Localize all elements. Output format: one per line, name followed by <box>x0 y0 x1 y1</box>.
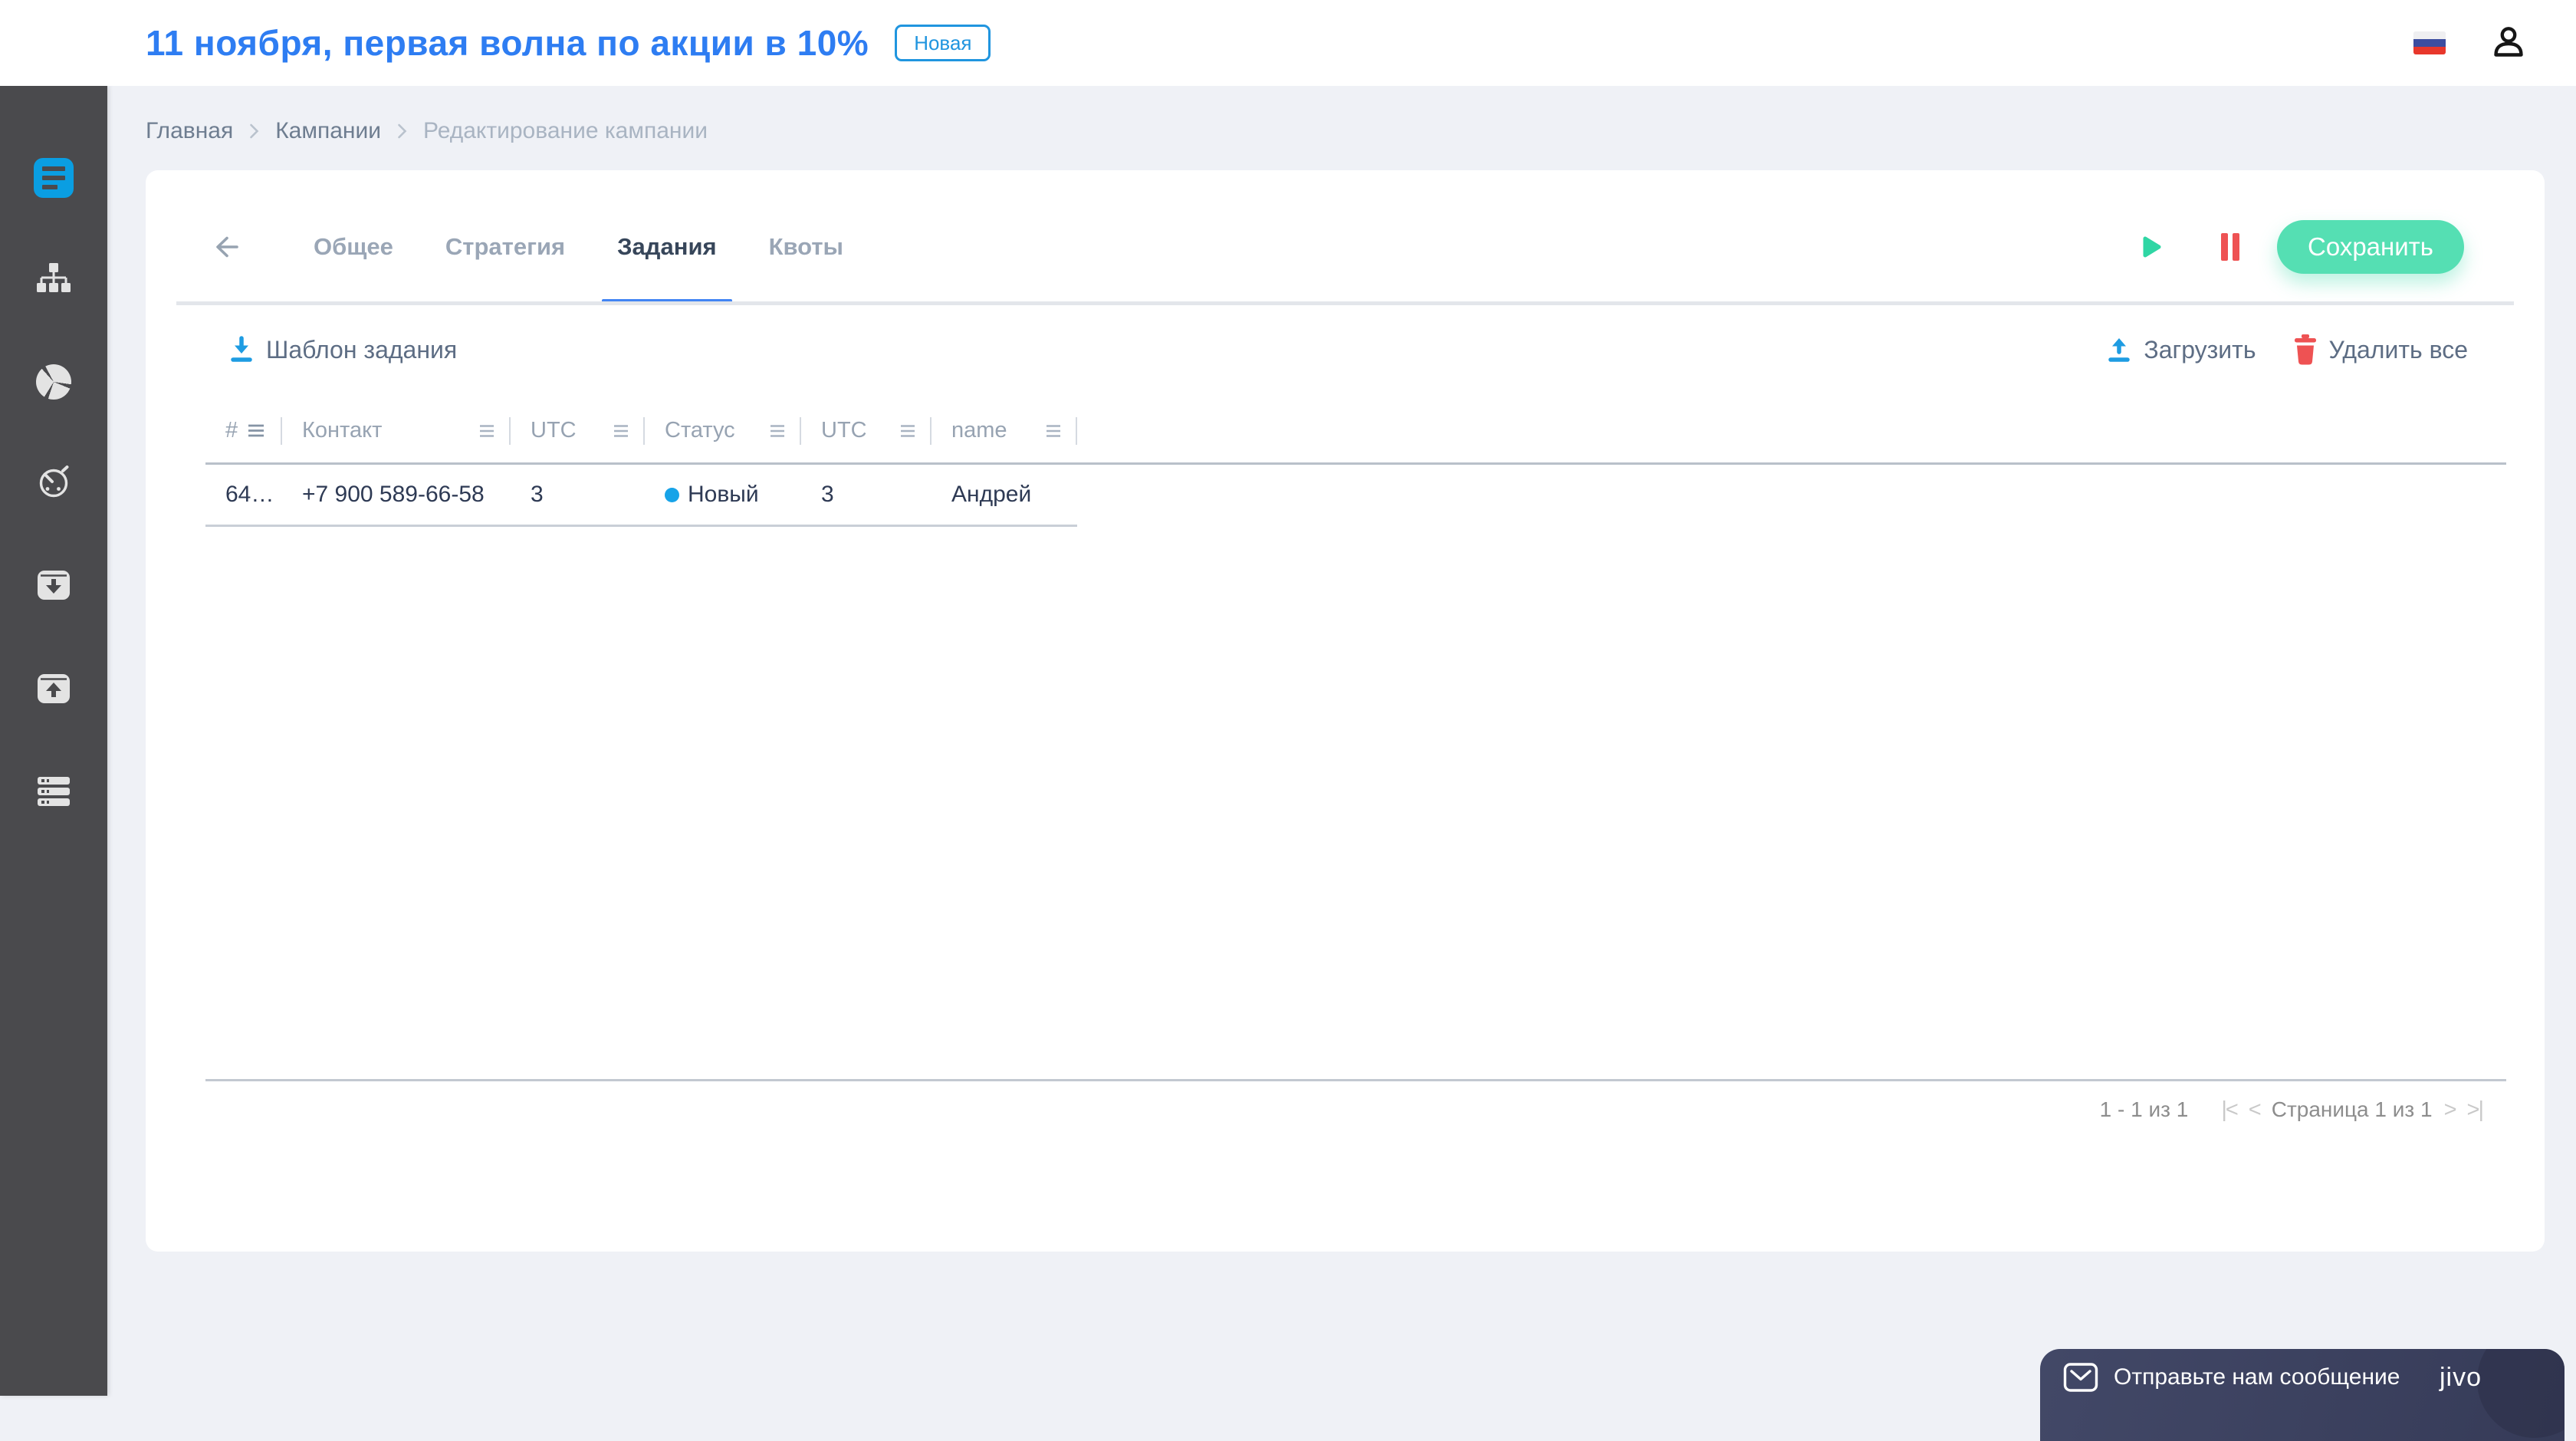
cell-name: Андрей <box>951 482 1032 507</box>
next-page-button[interactable]: > <box>2444 1097 2457 1123</box>
chevron-right-icon <box>250 123 259 139</box>
column-header-utc2[interactable]: UTC <box>801 399 932 462</box>
sidebar-item-import[interactable] <box>0 566 107 607</box>
column-header-name[interactable]: name <box>932 399 1077 462</box>
pause-button[interactable] <box>2219 230 2242 264</box>
chevron-right-icon <box>398 123 407 139</box>
delete-all-link[interactable]: Удалить все <box>2292 334 2469 366</box>
column-header-id[interactable]: # <box>205 399 282 462</box>
breadcrumb: Главная Кампании Редактирование кампании <box>107 86 2576 144</box>
tabs-divider <box>176 301 2514 305</box>
chat-widget[interactable]: Отправьте нам сообщение jivo <box>2040 1349 2564 1441</box>
tabs-row: Общее Стратегия Задания Квоты Сохранить <box>146 170 2545 305</box>
cell-utc2: 3 <box>821 482 834 507</box>
campaign-status-badge: Новая <box>895 25 991 61</box>
tab-quotas[interactable]: Квоты <box>769 189 843 305</box>
table-header: # Контакт UTC Статус UTC name <box>205 399 2506 465</box>
sitemap-icon <box>35 261 72 301</box>
campaign-actions: Сохранить <box>2141 220 2545 274</box>
breadcrumb-current: Редактирование кампании <box>423 118 708 143</box>
column-menu-icon[interactable] <box>769 424 786 438</box>
sidebar-item-campaigns[interactable] <box>0 158 107 198</box>
jivo-logo: jivo <box>2439 1362 2482 1392</box>
table-row: 64… +7 900 589-66-58 3 Новый 3 Андрей <box>205 465 1077 527</box>
task-template-link[interactable]: Шаблон задания <box>227 335 457 364</box>
chat-message: Отправьте нам сообщение <box>2114 1364 2400 1390</box>
tasks-table: # Контакт UTC Статус UTC name 64… +7 900… <box>205 399 2506 527</box>
pagination: 1 - 1 из 1 |< < Страница 1 из 1 > >| <box>146 1081 2545 1138</box>
sidebar <box>0 86 107 1396</box>
archive-out-icon <box>35 670 72 710</box>
upload-label: Загрузить <box>2144 335 2256 364</box>
column-header-contact[interactable]: Контакт <box>282 399 511 462</box>
upload-icon <box>2108 338 2131 362</box>
server-stack-icon <box>35 773 72 814</box>
back-arrow-button[interactable] <box>209 229 245 265</box>
cell-status: Новый <box>645 465 801 525</box>
envelope-icon <box>2063 1363 2098 1392</box>
save-button[interactable]: Сохранить <box>2277 220 2464 274</box>
pie-chart-icon <box>36 364 71 400</box>
status-label: Новый <box>688 482 759 507</box>
status-dot-icon <box>665 487 679 502</box>
campaign-edit-card: Общее Стратегия Задания Квоты Сохранить <box>146 170 2545 1252</box>
language-flag-icon[interactable] <box>2413 31 2446 54</box>
tab-general[interactable]: Общее <box>314 189 393 305</box>
delete-all-label: Удалить все <box>2328 335 2469 364</box>
tab-tasks[interactable]: Задания <box>602 189 733 305</box>
upload-link[interactable]: Загрузить <box>2104 335 2256 364</box>
first-page-button[interactable]: |< <box>2221 1097 2239 1123</box>
pagination-range: 1 - 1 из 1 <box>2099 1097 2189 1121</box>
breadcrumb-home[interactable]: Главная <box>146 118 233 144</box>
user-profile-icon[interactable] <box>2490 25 2527 61</box>
sidebar-item-servers[interactable] <box>0 773 107 814</box>
column-menu-icon[interactable] <box>1045 424 1062 438</box>
trash-icon <box>2294 334 2316 365</box>
prev-page-button[interactable]: < <box>2249 1097 2262 1123</box>
cell-id: 64… <box>225 482 274 507</box>
play-button[interactable] <box>2141 234 2164 260</box>
main-content: Главная Кампании Редактирование кампании… <box>107 86 2576 1396</box>
cell-contact: +7 900 589-66-58 <box>302 482 485 507</box>
task-template-label: Шаблон задания <box>266 335 458 364</box>
column-menu-icon[interactable] <box>899 424 916 438</box>
column-menu-icon[interactable] <box>247 423 265 438</box>
last-page-button[interactable]: >| <box>2467 1097 2485 1123</box>
campaigns-list-icon <box>34 158 74 198</box>
cell-utc1: 3 <box>531 482 544 507</box>
tab-bar: Общее Стратегия Задания Квоты <box>314 189 843 305</box>
breadcrumb-campaigns[interactable]: Кампании <box>275 118 381 144</box>
table-toolbar: Шаблон задания Загрузить Удалить все <box>146 317 2545 382</box>
column-menu-icon[interactable] <box>478 424 495 438</box>
sidebar-item-export[interactable] <box>0 670 107 710</box>
column-menu-icon[interactable] <box>613 424 629 438</box>
top-header: 11 ноября, первая волна по акции в 10% Н… <box>0 0 2576 86</box>
timer-icon <box>35 462 72 503</box>
column-header-utc1[interactable]: UTC <box>511 399 645 462</box>
sidebar-item-monitoring[interactable] <box>0 462 107 503</box>
sidebar-item-structure[interactable] <box>0 261 107 301</box>
column-header-status[interactable]: Статус <box>645 399 801 462</box>
pagination-page-label: Страница 1 из 1 <box>2271 1097 2433 1121</box>
sidebar-item-reports[interactable] <box>0 364 107 400</box>
archive-in-icon <box>35 566 72 607</box>
download-icon <box>231 336 252 362</box>
page-title: 11 ноября, первая волна по акции в 10% <box>146 23 869 63</box>
tab-strategy[interactable]: Стратегия <box>445 189 565 305</box>
